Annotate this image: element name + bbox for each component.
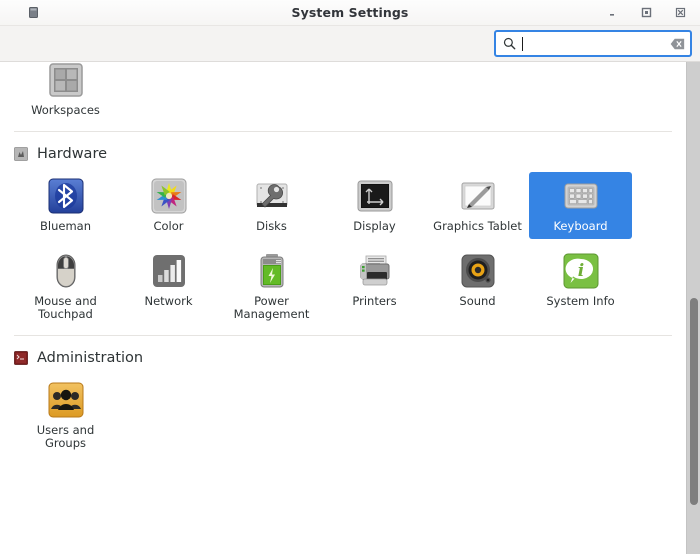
hardware-icon	[14, 147, 28, 161]
settings-item-label: Display	[353, 219, 396, 233]
section-header-label: Hardware	[37, 146, 108, 162]
text-caret	[522, 36, 523, 51]
settings-item-color[interactable]: Color	[117, 172, 220, 239]
bluetooth-icon	[46, 176, 86, 216]
disks-icon	[252, 176, 292, 216]
settings-item-label: Keyboard	[553, 219, 608, 233]
section-header-administration: Administration	[0, 336, 686, 376]
settings-sections: Workspaces Hardware Blueman Color Disks …	[0, 62, 686, 488]
settings-item-label: Sound	[459, 294, 496, 308]
window-controls	[606, 7, 692, 19]
system-settings-window: System Settings Workspaces Hardware Blue…	[0, 0, 700, 554]
display-icon	[355, 176, 395, 216]
search-icon	[502, 37, 516, 51]
settings-item-blueman[interactable]: Blueman	[14, 172, 117, 239]
info-icon: i	[561, 251, 601, 291]
clear-icon[interactable]	[670, 36, 685, 51]
settings-item-label: Color	[153, 219, 184, 233]
settings-item-graphics-tablet[interactable]: Graphics Tablet	[426, 172, 529, 239]
settings-item-display[interactable]: Display	[323, 172, 426, 239]
color-icon	[149, 176, 189, 216]
battery-icon	[252, 251, 292, 291]
settings-grid-administration: Users and Groups	[0, 376, 686, 464]
workspaces-icon	[46, 62, 86, 100]
settings-item-label: Disks	[256, 219, 287, 233]
settings-section-administration: Administration Users and Groups	[0, 335, 686, 464]
users-groups-icon	[46, 380, 86, 420]
settings-grid-top-partial: Workspaces	[0, 62, 686, 131]
minimize-button[interactable]	[606, 7, 618, 19]
scrollbar-thumb[interactable]	[690, 298, 698, 505]
settings-item-label: Mouse and Touchpad	[34, 294, 97, 321]
settings-section-hardware: Hardware Blueman Color Disks Display Gra…	[0, 131, 686, 335]
settings-item-label: Blueman	[40, 219, 91, 233]
settings-item-power-management[interactable]: Power Management	[220, 247, 323, 327]
section-header-hardware: Hardware	[0, 132, 686, 172]
graphics-tablet-icon	[458, 176, 498, 216]
titlebar[interactable]: System Settings	[0, 0, 700, 26]
keyboard-icon	[561, 176, 601, 216]
search-box[interactable]	[494, 30, 692, 57]
settings-item-disks[interactable]: Disks	[220, 172, 323, 239]
settings-item-printers[interactable]: Printers	[323, 247, 426, 327]
settings-item-label: Workspaces	[31, 103, 100, 117]
settings-item-keyboard[interactable]: Keyboard	[529, 172, 632, 239]
administration-icon	[14, 351, 28, 365]
settings-item-mouse-and-touchpad[interactable]: Mouse and Touchpad	[14, 247, 117, 327]
vertical-scrollbar[interactable]	[686, 62, 700, 554]
settings-item-label: System Info	[546, 294, 615, 308]
settings-item-label: Graphics Tablet	[433, 219, 522, 233]
settings-item-sound[interactable]: Sound	[426, 247, 529, 327]
printer-icon	[355, 251, 395, 291]
settings-grid-hardware: Blueman Color Disks Display Graphics Tab…	[0, 172, 686, 335]
section-header-label: Administration	[37, 350, 144, 366]
page-title: System Settings	[291, 5, 409, 20]
settings-item-network[interactable]: Network	[117, 247, 220, 327]
close-button[interactable]	[674, 7, 686, 19]
network-icon	[149, 251, 189, 291]
settings-item-system-info[interactable]: i System Info	[529, 247, 632, 327]
settings-item-label: Users and Groups	[36, 423, 95, 450]
window-icon	[26, 6, 40, 20]
settings-item-users-and-groups[interactable]: Users and Groups	[14, 376, 117, 456]
settings-item-label: Power Management	[233, 294, 310, 321]
settings-section-top-partial: Workspaces	[0, 62, 686, 131]
settings-item-label: Network	[144, 294, 193, 308]
settings-content: Workspaces Hardware Blueman Color Disks …	[0, 62, 700, 554]
mouse-icon	[46, 251, 86, 291]
toolbar	[0, 26, 700, 62]
sound-icon	[458, 251, 498, 291]
svg-text:i: i	[577, 261, 583, 281]
settings-item-workspaces[interactable]: Workspaces	[14, 62, 117, 123]
settings-item-label: Printers	[352, 294, 397, 308]
maximize-button[interactable]	[640, 7, 652, 19]
search-input[interactable]	[516, 32, 670, 55]
